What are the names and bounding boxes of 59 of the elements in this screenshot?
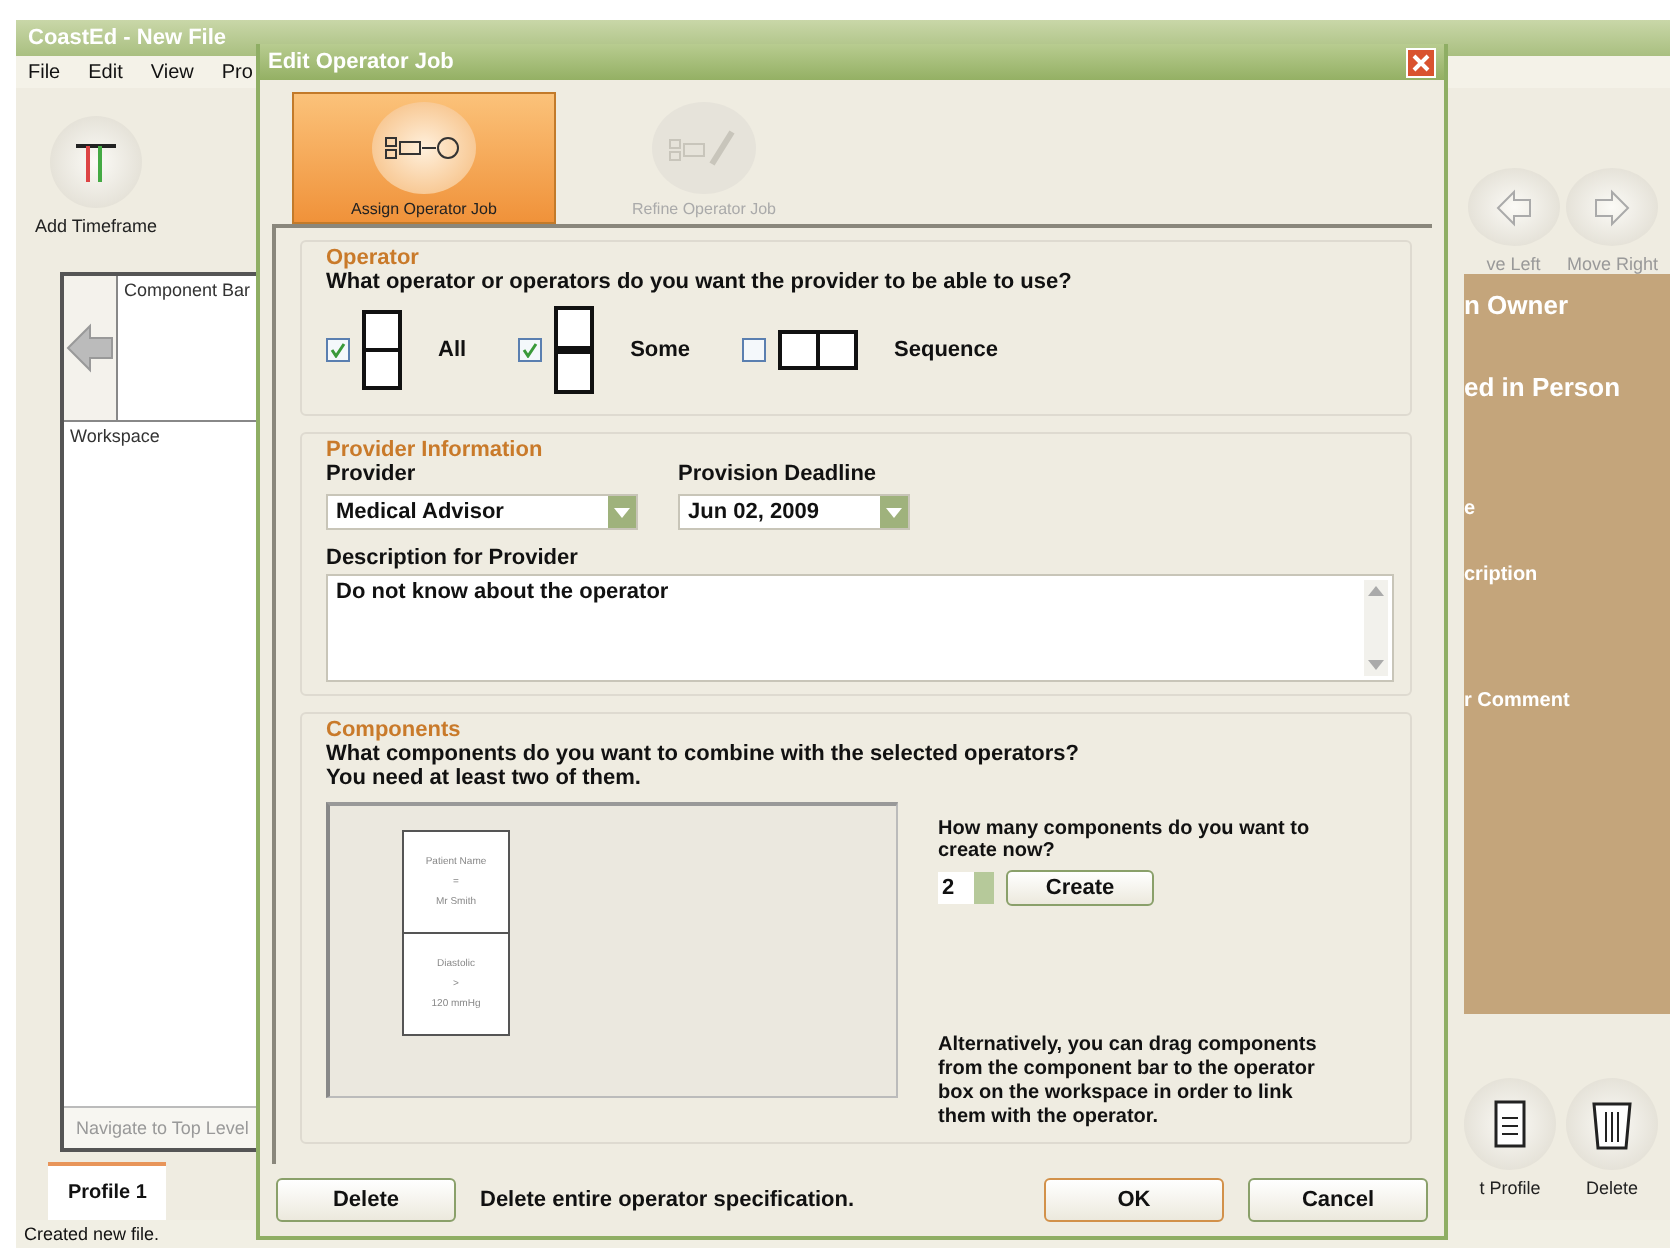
option-label: Some <box>630 338 691 362</box>
description-field[interactable]: Do not know about the operator <box>326 574 1394 682</box>
separate-boxes-icon <box>554 306 595 394</box>
question-text: What operator or operators do you want the provider to be able to use? <box>326 270 1074 294</box>
detail-label: ed in Person <box>1464 372 1623 402</box>
timeframe-icon <box>72 140 120 184</box>
field-label: Description for Provider <box>326 546 580 570</box>
close-icon <box>1412 53 1430 71</box>
field-label: Provider <box>326 462 418 486</box>
question-text: What components do you want to combine with the selected operators? <box>326 742 1081 766</box>
option-label: Sequence <box>894 338 998 362</box>
dialog-title: Edit Operator Job <box>268 50 454 74</box>
section-heading: Operator <box>326 246 421 270</box>
ok-button[interactable]: OK <box>1044 1178 1224 1222</box>
create-button[interactable]: Create <box>1006 870 1154 906</box>
detail-label: r Comment <box>1464 690 1572 712</box>
delete-button[interactable]: Delete <box>276 1178 456 1222</box>
menu-item[interactable]: View <box>150 61 194 83</box>
trash-icon <box>1590 1098 1634 1150</box>
question-text: How many components do you want to create now? <box>938 818 1312 862</box>
detail-label: cription <box>1464 564 1540 586</box>
provider-dropdown[interactable]: Medical Advisor <box>326 494 638 530</box>
date-dropdown[interactable]: Jun 02, 2009 <box>678 494 910 530</box>
info-text: Alternatively, you can drag components from the component bar to the operator box on the workspace in order to link them with the operator. <box>938 1034 1319 1130</box>
dialog-tab[interactable]: Assign Operator Job <box>292 92 556 224</box>
dropdown-arrow-icon <box>614 507 630 517</box>
checkbox[interactable] <box>742 338 767 362</box>
section-heading: Provider Information <box>326 438 545 462</box>
add-timeframe-button[interactable]: Add Timeframe <box>16 88 176 236</box>
count-spinner[interactable]: 2 <box>938 872 994 904</box>
menu-item[interactable]: File <box>28 61 61 83</box>
delete-note: Delete entire operator specification. <box>480 1188 855 1212</box>
option-label: All <box>438 338 467 362</box>
left-arrow-icon[interactable] <box>64 322 116 374</box>
document-icon <box>1492 1100 1528 1148</box>
stacked-boxes-icon <box>362 310 402 390</box>
field-label: Provision Deadline <box>678 462 879 486</box>
profile-tab[interactable]: Profile 1 <box>48 1162 167 1220</box>
left-arrow-icon <box>1493 187 1534 227</box>
menu-item[interactable]: Pro <box>221 61 253 83</box>
detail-label: n Owner <box>1464 290 1571 320</box>
checkbox[interactable] <box>518 338 543 362</box>
boxes-pencil-icon <box>668 128 740 168</box>
component-bar-label: Component Bar <box>122 278 253 304</box>
right-arrow-icon <box>1592 187 1633 227</box>
workspace-label: Workspace <box>68 424 162 450</box>
detail-label: e <box>1464 498 1478 520</box>
scroll-up-icon[interactable] <box>1368 586 1384 596</box>
scroll-down-icon[interactable] <box>1368 660 1384 670</box>
dropdown-arrow-icon <box>886 507 902 517</box>
hint-text: You need at least two of them. <box>326 766 643 790</box>
cancel-button[interactable]: Cancel <box>1248 1178 1428 1222</box>
boxes-to-circle-icon <box>384 134 464 162</box>
section-heading: Components <box>326 718 463 742</box>
checkbox[interactable] <box>326 338 350 362</box>
close-button[interactable] <box>1406 47 1436 77</box>
side-by-side-boxes-icon <box>778 330 859 370</box>
window-title: CoastEd - New File <box>28 26 227 50</box>
menu-item[interactable]: Edit <box>88 61 123 83</box>
